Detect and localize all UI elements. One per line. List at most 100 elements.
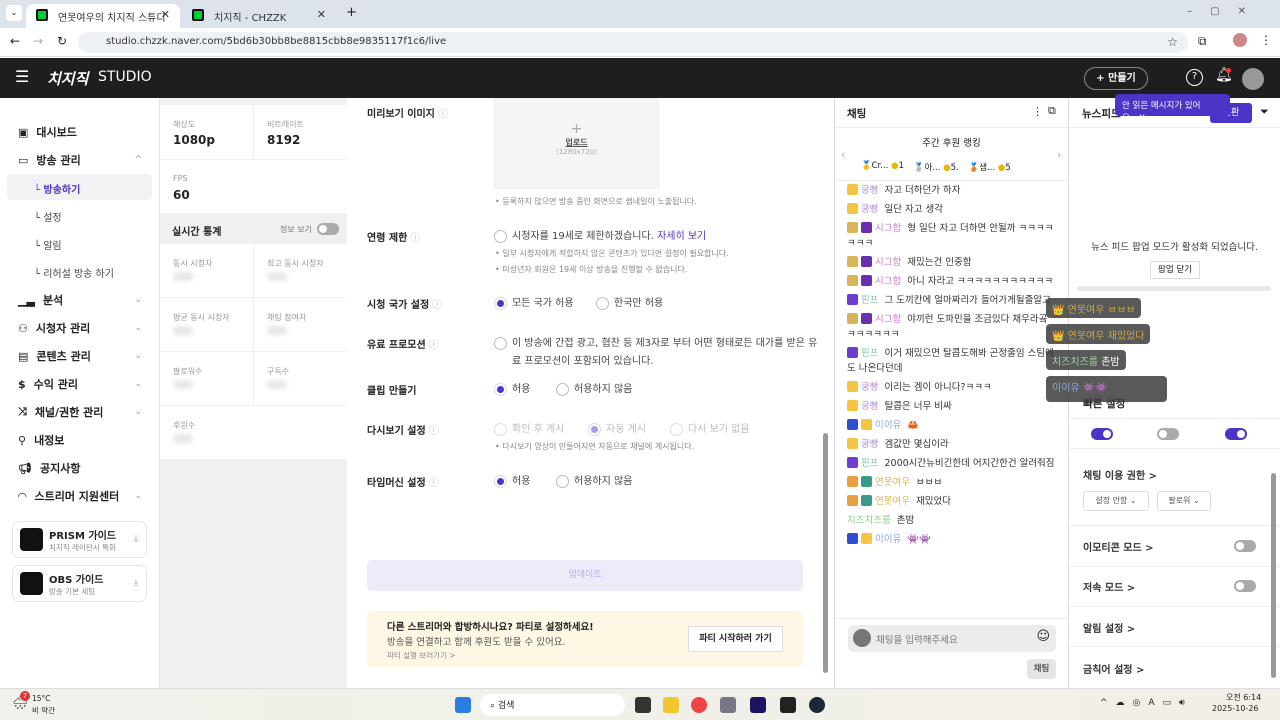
country-all-option[interactable]: 모든 국가 허용: [494, 294, 574, 310]
age-restrict-option[interactable]: 시청자를 19세로 제한하겠습니다. 자세히 보기: [494, 227, 706, 243]
radio[interactable]: [596, 296, 609, 310]
popout-icon[interactable]: ⧉: [1048, 104, 1056, 118]
sidebar-sub-alerts[interactable]: └ 알림: [34, 237, 62, 252]
emoticon-mode-toggle[interactable]: [1234, 540, 1256, 552]
download-icon[interactable]: ⤓: [134, 534, 138, 544]
help-icon[interactable]: ⓘ: [410, 233, 420, 244]
replay-option-confirm[interactable]: 확인 후 게시: [494, 420, 564, 436]
radio[interactable]: [556, 382, 569, 396]
clock-time[interactable]: 오전 6:14: [1226, 692, 1261, 703]
permission-select-1[interactable]: 설정 안함 ⌄: [1083, 491, 1149, 511]
info-toggle[interactable]: [317, 223, 339, 235]
timemachine-allow-option[interactable]: 허용: [494, 472, 530, 488]
radio[interactable]: [494, 296, 507, 310]
start-party-button[interactable]: 파티 시작하러 가기: [688, 626, 783, 652]
emoji-icon[interactable]: ☺: [1036, 629, 1050, 644]
promo-option[interactable]: 이 방송에 간접 광고, 협찬 등 제3자로 부터 어떤 형태로든 대가를 받은…: [494, 334, 817, 367]
ranking-next-icon[interactable]: ›: [1057, 148, 1061, 161]
sidebar-item-myinfo[interactable]: ⚲ 내정보: [18, 429, 142, 451]
help-icon[interactable]: ⓘ: [429, 478, 439, 489]
create-button[interactable]: + 만들기: [1084, 67, 1148, 90]
extensions-icon[interactable]: ⧉: [1198, 34, 1207, 49]
sidebar-item-support[interactable]: ◠ 스트리머 지원센터 ⌄: [18, 485, 142, 507]
profile-avatar[interactable]: [1233, 33, 1247, 47]
chat-username[interactable]: 핀프: [861, 458, 878, 469]
windows-start-icon[interactable]: [455, 697, 471, 713]
prism-guide-card[interactable]: PRISM 가이드 치지직 레이턴시 특화 ⤓: [12, 521, 147, 558]
help-icon[interactable]: ⓘ: [429, 340, 439, 351]
main-scrollbar[interactable]: [823, 433, 828, 673]
chat-username[interactable]: 쿵빵: [861, 439, 878, 450]
chat-username[interactable]: 쿵빵: [861, 382, 878, 393]
clip-disallow-option[interactable]: 허용하지 않음: [556, 380, 632, 396]
sidebar-item-dashboard[interactable]: ▣ 대시보드: [18, 121, 142, 143]
alert-settings-link[interactable]: 알림 설정 >: [1083, 620, 1135, 635]
chat-username[interactable]: 연못여우: [875, 496, 910, 507]
chat-username[interactable]: 쿵빵: [861, 401, 878, 412]
sidebar-item-content[interactable]: ▤ 콘텐츠 관리 ⌄: [18, 345, 142, 367]
hamburger-menu-icon[interactable]: ☰: [15, 67, 29, 86]
chat-username[interactable]: 이이유: [875, 420, 901, 431]
close-tooltip-icon[interactable]: ✕: [1139, 113, 1146, 123]
taskbar-search[interactable]: ⌕ 검색: [480, 694, 625, 716]
app-icon[interactable]: [780, 697, 796, 713]
close-tab-icon[interactable]: ✕: [317, 8, 326, 21]
sidebar-sub-live[interactable]: └ 방송하기: [34, 181, 80, 196]
chat-permission-link[interactable]: 채팅 이용 권한 >: [1083, 467, 1157, 482]
tab-list-button[interactable]: ⌄: [6, 5, 22, 21]
ranking-prev-icon[interactable]: ‹: [841, 148, 845, 161]
obs-guide-card[interactable]: OBS 가이드 방송 기본 세팅 ⤓: [12, 565, 147, 602]
more-icon[interactable]: ⋮: [1032, 105, 1043, 118]
radio[interactable]: [556, 474, 569, 488]
chzzk-logo[interactable]: 치지직: [47, 68, 88, 89]
steam-icon[interactable]: [809, 697, 825, 713]
sidebar-item-revenue[interactable]: $ 수익 관리 ⌄: [18, 373, 142, 395]
forward-icon[interactable]: →: [33, 34, 43, 48]
back-icon[interactable]: ←: [10, 34, 20, 48]
replay-option-auto[interactable]: 자동 게시: [588, 420, 646, 436]
help-icon[interactable]: ⓘ: [438, 109, 448, 120]
slow-mode-link[interactable]: 저속 모드 >: [1083, 579, 1135, 594]
replay-option-none[interactable]: 다시 보기 없음: [670, 420, 750, 436]
timemachine-disallow-option[interactable]: 허용하지 않음: [556, 472, 632, 488]
chat-username[interactable]: 시그함: [875, 314, 901, 325]
country-kr-option[interactable]: 한국만 허용: [596, 294, 663, 310]
quick-settings-scrollbar[interactable]: [1271, 473, 1276, 678]
sidebar-item-viewers[interactable]: ⚇ 시청자 관리 ⌄: [18, 317, 142, 339]
chat-username[interactable]: 시그함: [875, 257, 901, 268]
sidebar-sub-rehearsal[interactable]: └ 리허설 방송 하기: [34, 265, 114, 280]
chat-username[interactable]: 이이유: [875, 534, 901, 545]
help-icon[interactable]: ?: [1186, 69, 1203, 86]
upload-area[interactable]: + 업로드 (1280x720): [494, 98, 659, 189]
url-input[interactable]: studio.chzzk.naver.com/5bd6b30bb8be8815c…: [78, 32, 1188, 53]
new-tab-button[interactable]: +: [346, 5, 357, 20]
chrome-icon[interactable]: [691, 697, 707, 713]
radio[interactable]: [494, 336, 507, 350]
chat-username[interactable]: 핀프: [861, 348, 878, 359]
ranking-item[interactable]: 🥈아... ●5.: [914, 161, 959, 173]
chat-username[interactable]: 시그함: [875, 276, 901, 287]
quick-toggle-1[interactable]: [1091, 428, 1113, 440]
emoticon-mode-link[interactable]: 이모티콘 모드 >: [1083, 539, 1154, 554]
chat-username[interactable]: 핀프: [861, 295, 878, 306]
premiere-icon[interactable]: [750, 697, 766, 713]
slow-mode-toggle[interactable]: [1234, 580, 1256, 592]
filter-icon[interactable]: ⏷: [1260, 105, 1269, 119]
sidebar-item-channel[interactable]: ⤨ 채널/권한 관리 ⌄: [18, 401, 142, 423]
sidebar-item-notices[interactable]: 📢︎ 공지사항: [18, 457, 142, 479]
file-explorer-icon[interactable]: [663, 697, 679, 713]
quick-toggle-3[interactable]: [1225, 428, 1247, 440]
clip-allow-option[interactable]: 허용: [494, 380, 530, 396]
chat-username[interactable]: 쿵빵: [861, 185, 878, 196]
sidebar-item-analytics[interactable]: ▁▃ 분석 ⌄: [18, 289, 142, 311]
age-details-link[interactable]: 자세히 보기: [657, 231, 706, 242]
close-popup-button[interactable]: 팝업 닫기: [1150, 261, 1200, 279]
radio[interactable]: [670, 422, 683, 436]
tab-chzzk[interactable]: 치지직 - CHZZK ✕: [182, 4, 336, 28]
sidebar-item-broadcast[interactable]: ▭ 방송 관리 ^: [18, 149, 142, 171]
send-chat-button[interactable]: 채팅: [1027, 659, 1056, 679]
bookmark-star-icon[interactable]: ☆: [1167, 35, 1178, 49]
sidebar-sub-settings[interactable]: └ 설정: [34, 209, 62, 224]
window-controls[interactable]: –▢✕: [1187, 6, 1264, 17]
chat-username[interactable]: 시그함: [875, 223, 901, 234]
